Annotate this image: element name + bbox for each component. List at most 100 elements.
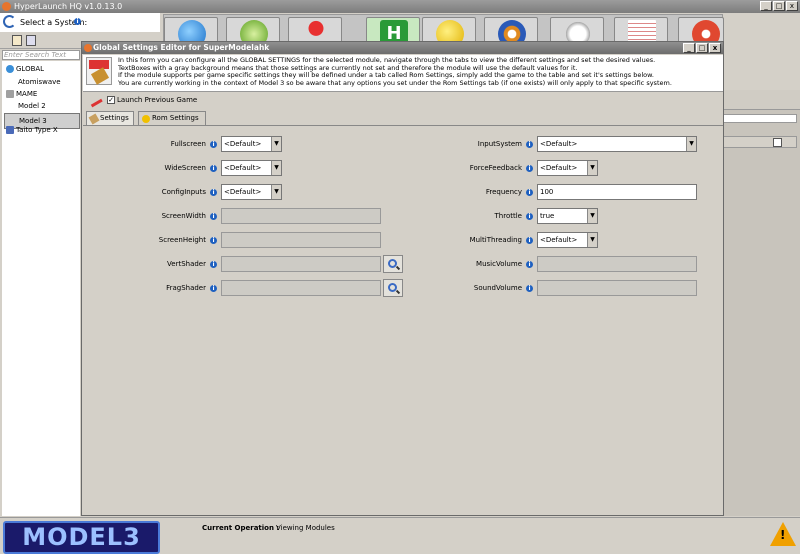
forcefeedback-select[interactable]: <Default> ▼ xyxy=(537,160,598,176)
soundvolume-label: SoundVolume i xyxy=(443,283,533,293)
save-file-icon[interactable] xyxy=(26,35,36,46)
main-toolbar: H xyxy=(163,14,724,48)
screenwidth-input[interactable] xyxy=(221,208,381,224)
throttle-select[interactable]: true ▼ xyxy=(537,208,598,224)
fragshader-input[interactable] xyxy=(221,280,381,296)
maximize-button[interactable]: □ xyxy=(773,1,785,11)
info-icon[interactable]: i xyxy=(526,140,533,148)
background-field xyxy=(723,114,797,123)
background-bar xyxy=(723,90,800,110)
tab-rom-settings[interactable]: Rom Settings xyxy=(138,111,206,125)
open-file-icon[interactable] xyxy=(12,35,22,46)
mame-icon xyxy=(6,90,14,98)
launch-previous-label[interactable]: Launch Previous Game xyxy=(117,96,197,104)
minimize-button[interactable]: _ xyxy=(760,1,772,11)
dialog-maximize-button[interactable]: □ xyxy=(696,43,708,53)
chevron-down-icon[interactable]: ▼ xyxy=(686,137,696,151)
rocket-icon xyxy=(87,92,103,108)
forcefeedback-label: ForceFeedback i xyxy=(443,163,533,173)
app-logo-icon xyxy=(2,2,11,11)
fragshader-browse-button[interactable] xyxy=(383,279,403,297)
system-tree: GLOBAL Atomiswave MAME Model 2 Model 3 T… xyxy=(2,61,80,516)
screenheight-label: ScreenHeight i xyxy=(123,235,217,245)
vertshader-label: VertShader i xyxy=(123,259,217,269)
chevron-down-icon[interactable]: ▼ xyxy=(271,137,281,151)
fragshader-label: FragShader i xyxy=(123,283,217,293)
multithreading-label: MultiThreading i xyxy=(443,235,533,245)
chevron-down-icon[interactable]: ▼ xyxy=(587,233,597,247)
tree-item-taito-type-x[interactable]: Taito Type X xyxy=(6,125,58,136)
info-icon[interactable]: i xyxy=(210,236,217,244)
dialog-minimize-button[interactable]: _ xyxy=(683,43,695,53)
dialog-title: Global Settings Editor for SuperModelahk xyxy=(93,43,270,52)
background-field xyxy=(723,136,797,148)
edit-settings-icon xyxy=(86,57,112,85)
inputsystem-label: InputSystem i xyxy=(443,139,533,149)
chevron-down-icon[interactable]: ▼ xyxy=(271,161,281,175)
chevron-down-icon[interactable]: ▼ xyxy=(271,185,281,199)
vertshader-input[interactable] xyxy=(221,256,381,272)
rom-icon xyxy=(142,115,150,123)
info-icon[interactable]: i xyxy=(526,260,533,268)
frequency-label: Frequency i xyxy=(443,187,533,197)
dialog-titlebar: Global Settings Editor for SuperModelahk… xyxy=(82,42,723,54)
screenheight-input[interactable] xyxy=(221,232,381,248)
background-panel xyxy=(723,90,800,516)
info-line: You are currently working in the context… xyxy=(118,78,672,87)
tree-item-atomiswave[interactable]: Atomiswave xyxy=(18,77,61,88)
musicvolume-input[interactable] xyxy=(537,256,697,272)
status-bar: MODEL3 Current Operation : Viewing Modul… xyxy=(0,517,800,554)
launch-previous-checkbox[interactable]: ✓ xyxy=(107,96,115,104)
app-title: HyperLaunch HQ v1.0.13.0 xyxy=(14,2,123,11)
widescreen-label: WideScreen i xyxy=(123,163,217,173)
info-icon[interactable]: i xyxy=(526,284,533,292)
global-settings-dialog: Global Settings Editor for SuperModelahk… xyxy=(81,41,724,516)
inputsystem-select[interactable]: <Default> ▼ xyxy=(537,136,697,152)
info-icon[interactable]: i xyxy=(526,188,533,196)
dialog-close-button[interactable]: x xyxy=(709,43,721,53)
soundvolume-input[interactable] xyxy=(537,280,697,296)
system-selector: Select a System: i xyxy=(0,13,160,32)
close-button[interactable]: x xyxy=(786,1,798,11)
back-arrow-icon[interactable] xyxy=(3,15,16,28)
info-icon[interactable]: i xyxy=(526,164,533,172)
settings-panel: Fullscreen i <Default> ▼ WideScreen i <Defa… xyxy=(83,125,723,515)
tree-item-model-2[interactable]: Model 2 xyxy=(18,101,46,112)
info-icon[interactable]: i xyxy=(210,164,217,172)
info-icon[interactable]: i xyxy=(210,284,217,292)
current-operation-label: Current Operation : xyxy=(202,524,280,532)
frequency-input[interactable]: 100 xyxy=(537,184,697,200)
vertshader-browse-button[interactable] xyxy=(383,255,403,273)
widescreen-select[interactable]: <Default> ▼ xyxy=(221,160,282,176)
info-icon[interactable]: i xyxy=(210,212,217,220)
current-operation-value: Viewing Modules xyxy=(276,524,335,532)
info-icon[interactable]: i xyxy=(526,236,533,244)
tree-item-mame[interactable]: MAME xyxy=(6,89,37,100)
chevron-down-icon[interactable]: ▼ xyxy=(587,209,597,223)
info-icon[interactable]: i xyxy=(74,18,81,25)
tab-settings[interactable]: Settings xyxy=(86,111,134,126)
multithreading-select[interactable]: <Default> ▼ xyxy=(537,232,598,248)
musicvolume-label: MusicVolume i xyxy=(443,259,533,269)
dialog-logo-icon xyxy=(84,44,92,52)
info-icon[interactable]: i xyxy=(210,260,217,268)
app-titlebar: HyperLaunch HQ v1.0.13.0 _ □ x xyxy=(0,0,800,13)
warning-icon[interactable]: ! xyxy=(770,522,796,546)
info-icon[interactable]: i xyxy=(210,140,217,148)
taito-icon xyxy=(6,126,14,134)
search-input[interactable]: Enter Search Text xyxy=(2,50,80,60)
configinputs-select[interactable]: <Default> ▼ xyxy=(221,184,282,200)
launch-previous-row: ✓ Launch Previous Game xyxy=(83,92,723,108)
document-icon[interactable] xyxy=(773,138,782,147)
fullscreen-select[interactable]: <Default> ▼ xyxy=(221,136,282,152)
info-icon[interactable]: i xyxy=(210,188,217,196)
dialog-info-panel: In this form you can configure all the G… xyxy=(83,55,723,92)
fullscreen-label: Fullscreen i xyxy=(123,139,217,149)
tree-item-global[interactable]: GLOBAL xyxy=(6,64,44,75)
info-icon[interactable]: i xyxy=(526,212,533,220)
configinputs-label: ConfigInputs i xyxy=(123,187,217,197)
wrench-icon xyxy=(88,113,100,125)
chevron-down-icon[interactable]: ▼ xyxy=(587,161,597,175)
screenwidth-label: ScreenWidth i xyxy=(123,211,217,221)
throttle-label: Throttle i xyxy=(443,211,533,221)
